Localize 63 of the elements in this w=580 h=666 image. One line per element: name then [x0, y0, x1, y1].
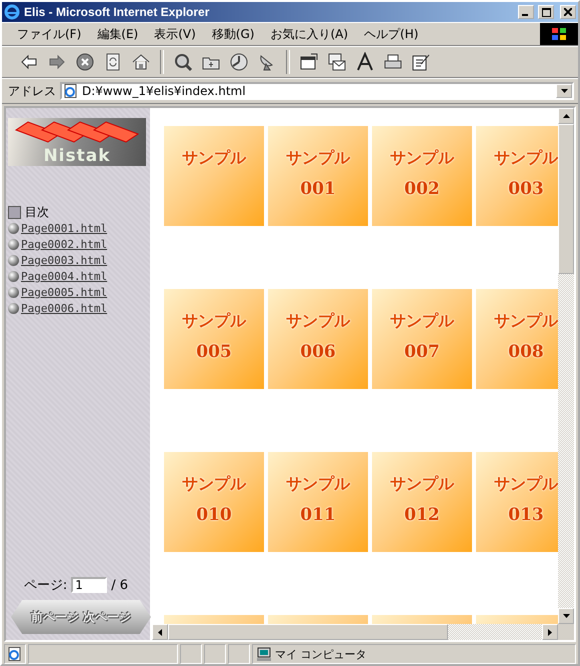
- computer-icon: [257, 647, 271, 661]
- bullet-icon: [8, 238, 19, 250]
- right-arrow-icon: [548, 628, 552, 636]
- address-field[interactable]: D:¥www_1¥elis¥index.html: [60, 82, 574, 100]
- square-icon: [8, 206, 21, 218]
- menu-item[interactable]: ファイル(F): [10, 24, 88, 44]
- menu-item[interactable]: 編集(E): [90, 24, 146, 44]
- windows-flag-icon: [540, 23, 578, 45]
- page-link[interactable]: Page0002.html: [21, 238, 108, 250]
- down-arrow-icon: [562, 614, 570, 618]
- caret-icon: [560, 89, 568, 93]
- left-arrow-icon: [158, 628, 162, 636]
- stop-icon: [75, 52, 95, 72]
- menu-item[interactable]: 表示(V): [147, 24, 203, 44]
- zone-text: マイ コンピュータ: [275, 646, 366, 662]
- up-arrow-icon: [562, 114, 570, 118]
- address-label: アドレス: [8, 82, 56, 100]
- page-link[interactable]: Page0005.html: [21, 286, 108, 298]
- bullet-icon: [8, 302, 19, 314]
- logo-text: Nistak: [43, 146, 111, 166]
- page-number-field[interactable]: 1: [71, 577, 108, 593]
- scroll-right-button[interactable]: [542, 624, 558, 640]
- prev-page-button[interactable]: 前ページ: [31, 608, 79, 626]
- scroll-left-button[interactable]: [152, 624, 168, 640]
- close-button[interactable]: [560, 5, 576, 19]
- page-label: ページ:: [24, 577, 68, 594]
- scroll-thumb[interactable]: [558, 124, 574, 274]
- window-icon: [299, 52, 319, 72]
- maximize-icon: [542, 8, 550, 16]
- home-icon: [131, 52, 151, 72]
- window-title: Elis - Microsoft Internet Explorer: [24, 5, 210, 19]
- scroll-down-button[interactable]: [558, 608, 574, 624]
- bullet-icon: [8, 254, 19, 266]
- scroll-thumb[interactable]: [168, 624, 448, 640]
- scroll-up-button[interactable]: [558, 108, 574, 124]
- maximize-button[interactable]: [538, 5, 554, 19]
- page-total: / 6: [111, 578, 128, 592]
- vertical-scrollbar[interactable]: [558, 108, 574, 624]
- edit-icon: [411, 52, 431, 72]
- bullet-icon: [8, 270, 19, 282]
- close-icon: [564, 8, 572, 16]
- page-link[interactable]: Page0001.html: [21, 222, 108, 234]
- history-icon: [229, 52, 249, 72]
- search-icon: [173, 52, 193, 72]
- bullet-icon: [8, 222, 19, 234]
- minimize-button[interactable]: [518, 5, 534, 19]
- back-arrow-icon: [19, 52, 39, 72]
- page-link[interactable]: Page0006.html: [21, 302, 108, 314]
- mail-icon: [327, 52, 347, 72]
- horizontal-scrollbar[interactable]: [152, 624, 558, 640]
- menu-item[interactable]: 移動(G): [204, 24, 262, 44]
- menu-item[interactable]: ヘルプ(H): [357, 24, 426, 44]
- page-icon: [8, 647, 22, 661]
- forward-arrow-icon: [47, 52, 67, 72]
- page-link[interactable]: Page0004.html: [21, 270, 108, 282]
- bullet-icon: [8, 286, 19, 298]
- dropdown-button[interactable]: [556, 84, 572, 98]
- menu-item[interactable]: お気に入り(A): [263, 24, 356, 44]
- font-icon: [355, 52, 375, 72]
- page-link[interactable]: Page0003.html: [21, 254, 108, 266]
- next-page-button[interactable]: 次ページ: [83, 608, 131, 626]
- browser-logo-icon: [4, 4, 20, 20]
- toc-title: 目次: [25, 204, 49, 220]
